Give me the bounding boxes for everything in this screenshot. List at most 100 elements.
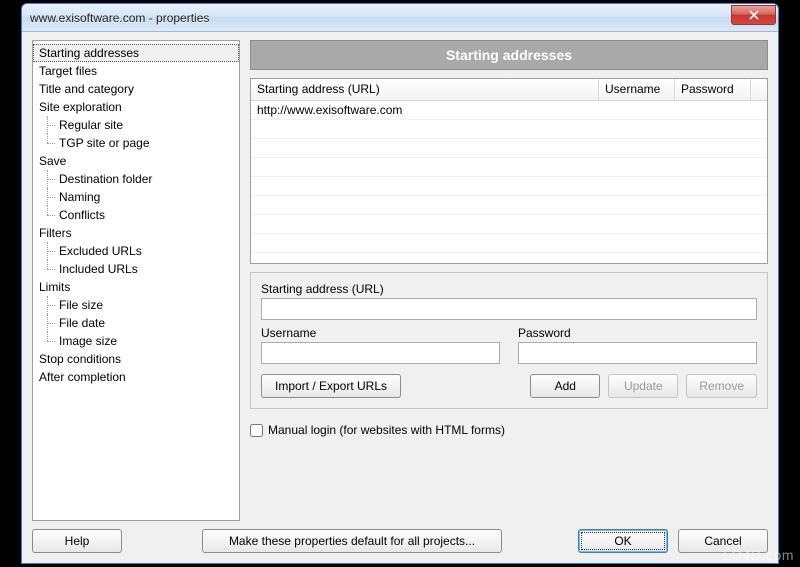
tree-item[interactable]: Site exploration: [33, 98, 239, 116]
tree-branch-icon: [39, 172, 59, 186]
table-cell: [751, 158, 767, 176]
tree-child-label: Image size: [59, 333, 117, 349]
import-export-button[interactable]: Import / Export URLs: [261, 374, 401, 398]
col-password[interactable]: Password: [675, 79, 751, 100]
tree-child-label: File size: [59, 297, 103, 313]
tree-item[interactable]: Title and category: [33, 80, 239, 98]
username-label: Username: [261, 326, 500, 340]
tree-branch-icon: [39, 244, 59, 258]
table-cell: [251, 139, 599, 157]
table-cell: [599, 196, 675, 214]
table-cell: [751, 215, 767, 233]
table-row[interactable]: [251, 196, 767, 215]
tree-item[interactable]: Limits: [33, 278, 239, 296]
table-cell: [251, 215, 599, 233]
titlebar[interactable]: www.exisoftware.com - properties: [22, 4, 778, 32]
table-cell: [675, 196, 751, 214]
tree-item[interactable]: Target files: [33, 62, 239, 80]
table-row[interactable]: [251, 158, 767, 177]
table-cell: [599, 158, 675, 176]
tree-item[interactable]: After completion: [33, 368, 239, 386]
tree-child[interactable]: Included URLs: [33, 260, 239, 278]
close-icon: [749, 10, 759, 20]
table-cell: [751, 196, 767, 214]
update-button[interactable]: Update: [608, 374, 678, 398]
tree-branch-icon: [39, 262, 59, 276]
table-cell: [599, 215, 675, 233]
category-tree[interactable]: Starting addressesTarget filesTitle and …: [32, 40, 240, 521]
tree-child-label: TGP site or page: [59, 135, 150, 151]
table-row[interactable]: [251, 120, 767, 139]
tree-child[interactable]: File size: [33, 296, 239, 314]
table-cell: [599, 234, 675, 252]
tree-branch-icon: [39, 316, 59, 330]
tree-branch-icon: [39, 298, 59, 312]
remove-button[interactable]: Remove: [686, 374, 757, 398]
addresses-table[interactable]: Starting address (URL) Username Password…: [250, 78, 768, 264]
table-cell: [251, 234, 599, 252]
tree-branch-icon: [39, 190, 59, 204]
tree-child[interactable]: Image size: [33, 332, 239, 350]
tree-child-label: Regular site: [59, 117, 123, 133]
table-cell: [251, 196, 599, 214]
table-cell: [751, 234, 767, 252]
manual-login-label: Manual login (for websites with HTML for…: [268, 423, 505, 437]
tree-item[interactable]: Stop conditions: [33, 350, 239, 368]
tree-item[interactable]: Filters: [33, 224, 239, 242]
tree-child[interactable]: File date: [33, 314, 239, 332]
col-username[interactable]: Username: [599, 79, 675, 100]
tree-child[interactable]: Destination folder: [33, 170, 239, 188]
client-area: Starting addressesTarget filesTitle and …: [22, 32, 778, 563]
tree-child[interactable]: TGP site or page: [33, 134, 239, 152]
table-cell: [675, 120, 751, 138]
manual-login-row: Manual login (for websites with HTML for…: [250, 423, 768, 437]
table-cell: [751, 101, 767, 119]
tree-item[interactable]: Starting addresses: [33, 44, 239, 62]
table-cell: http://www.exisoftware.com: [251, 101, 599, 119]
tree-child-label: Excluded URLs: [59, 243, 142, 259]
tree-child[interactable]: Regular site: [33, 116, 239, 134]
properties-dialog: www.exisoftware.com - properties Startin…: [21, 3, 779, 564]
table-cell: [675, 234, 751, 252]
table-row[interactable]: http://www.exisoftware.com: [251, 101, 767, 120]
close-button[interactable]: [731, 5, 776, 25]
tree-branch-icon: [39, 208, 59, 222]
username-input[interactable]: [261, 342, 500, 364]
tree-child-label: Conflicts: [59, 207, 105, 223]
tree-child[interactable]: Excluded URLs: [33, 242, 239, 260]
tree-child[interactable]: Conflicts: [33, 206, 239, 224]
table-cell: [251, 177, 599, 195]
table-row[interactable]: [251, 177, 767, 196]
add-button[interactable]: Add: [530, 374, 600, 398]
table-row[interactable]: [251, 234, 767, 253]
col-url[interactable]: Starting address (URL): [251, 79, 599, 100]
password-label: Password: [518, 326, 757, 340]
make-default-button[interactable]: Make these properties default for all pr…: [202, 529, 502, 553]
content-panel: Starting addresses Starting address (URL…: [250, 40, 768, 521]
tree-child-label: Included URLs: [59, 261, 138, 277]
manual-login-checkbox[interactable]: [250, 424, 263, 437]
url-input[interactable]: [261, 298, 757, 320]
dialog-buttons: Help Make these properties default for a…: [32, 529, 768, 553]
tree-child[interactable]: Naming: [33, 188, 239, 206]
table-row[interactable]: [251, 139, 767, 158]
table-cell: [599, 120, 675, 138]
tree-branch-icon: [39, 136, 59, 150]
panel-title: Starting addresses: [250, 40, 768, 70]
table-cell: [599, 177, 675, 195]
table-cell: [251, 158, 599, 176]
ok-button[interactable]: OK: [578, 529, 668, 553]
table-cell: [251, 120, 599, 138]
table-cell: [751, 120, 767, 138]
table-cell: [599, 139, 675, 157]
edit-panel: Starting address (URL) Username Password: [250, 272, 768, 409]
tree-child-label: Naming: [59, 189, 100, 205]
tree-item[interactable]: Save: [33, 152, 239, 170]
password-input[interactable]: [518, 342, 757, 364]
window-title: www.exisoftware.com - properties: [30, 11, 731, 25]
help-button[interactable]: Help: [32, 529, 122, 553]
tree-branch-icon: [39, 118, 59, 132]
table-cell: [675, 177, 751, 195]
main-area: Starting addressesTarget filesTitle and …: [32, 40, 768, 521]
table-row[interactable]: [251, 215, 767, 234]
